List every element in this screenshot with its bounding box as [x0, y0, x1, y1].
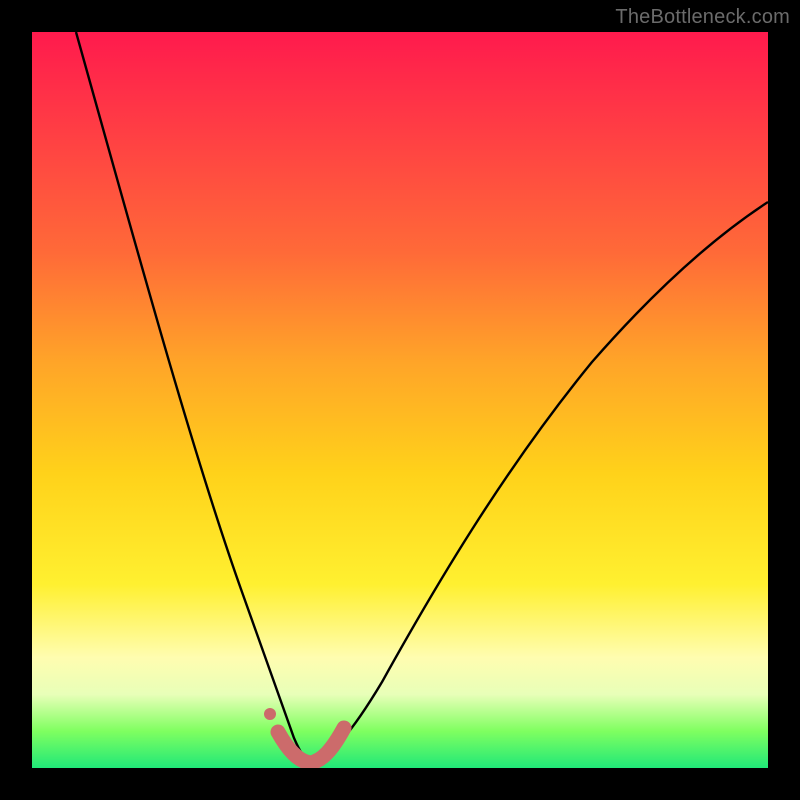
chart-plot-area: [32, 32, 768, 768]
chart-curves: [32, 32, 768, 768]
marker-dot: [264, 708, 276, 720]
curve-left-branch: [76, 32, 310, 763]
marker-trough-segment: [278, 728, 344, 763]
watermark-text: TheBottleneck.com: [615, 6, 790, 29]
chart-frame: TheBottleneck.com: [0, 0, 800, 800]
curve-right-branch: [310, 202, 768, 763]
